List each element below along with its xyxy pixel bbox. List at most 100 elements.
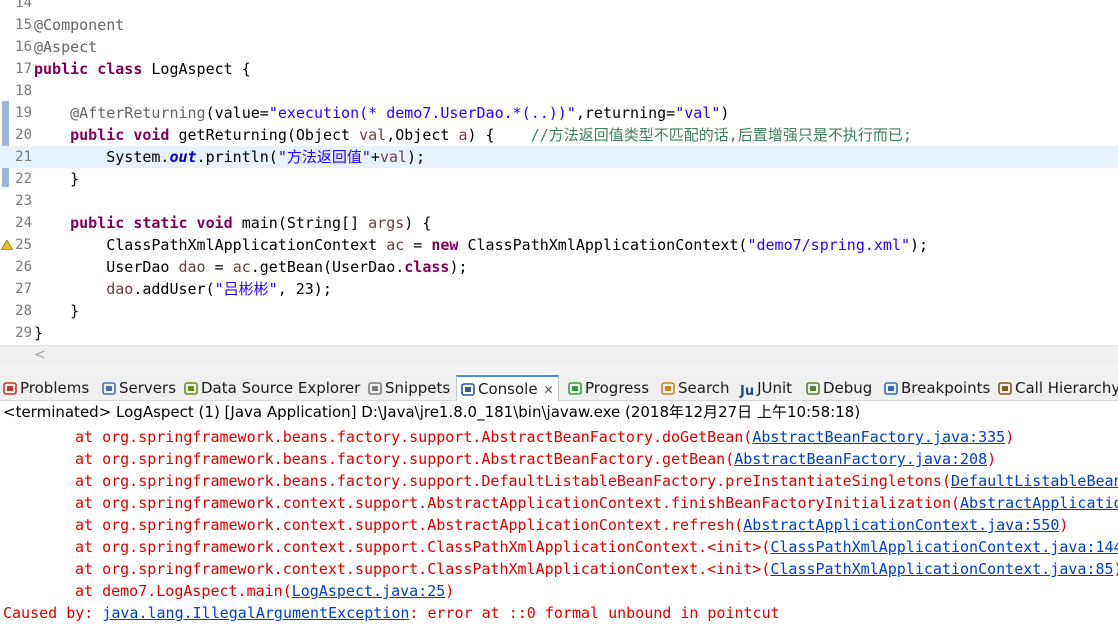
- code-token: ,Object: [386, 126, 459, 144]
- tab-problems[interactable]: Problems: [3, 376, 89, 400]
- close-icon[interactable]: ✕: [544, 383, 554, 397]
- code-token: .getBean(UserDao.: [250, 258, 405, 276]
- stack-trace-link[interactable]: AbstractBeanFactory.java:208: [734, 450, 987, 468]
- code-token: dao: [106, 280, 134, 298]
- code-token: );: [910, 236, 929, 254]
- code-line[interactable]: 17 public class LogAspect {: [0, 58, 1118, 80]
- code-line[interactable]: 19 @AfterReturning(value="execution(* de…: [0, 102, 1118, 124]
- console-text: at org.springframework.context.support.A…: [75, 516, 744, 534]
- tab-search[interactable]: Search: [661, 376, 730, 400]
- code-line[interactable]: 26 UserDao dao = ac.getBean(UserDao.clas…: [0, 256, 1118, 278]
- line-number: 15: [15, 17, 32, 33]
- tab-label: Console: [478, 380, 538, 398]
- stack-trace-link[interactable]: AbstractBeanFactory.java:335: [752, 428, 1005, 446]
- code-line[interactable]: 16 @Aspect: [0, 36, 1118, 58]
- code-editor[interactable]: 14 15 @Component 16 @Aspect 17 public class Lo…: [0, 0, 1118, 345]
- code-line[interactable]: 20 public void getReturning(Object val,O…: [0, 124, 1118, 146]
- code-token: "方法返回值": [277, 148, 371, 166]
- console-text: Caused by:: [3, 604, 103, 622]
- console-line: at org.springframework.context.support.A…: [75, 514, 1068, 536]
- tab-label: Breakpoints: [901, 379, 991, 397]
- stack-trace-link[interactable]: ClassPathXmlApplicationContext.java:85: [770, 560, 1113, 578]
- code-token: LogAspect {: [151, 60, 251, 78]
- code-token: (value=: [205, 104, 269, 122]
- tab-snippets[interactable]: Snippets: [368, 376, 450, 400]
- tab-label: Debug: [823, 379, 873, 397]
- code-token: @Component: [34, 16, 125, 34]
- code-line[interactable]: 15 @Component: [0, 14, 1118, 36]
- tab-call-hierarchy[interactable]: Call Hierarchy: [998, 376, 1118, 400]
- call-hierarchy-icon: [998, 378, 1012, 395]
- code-token: }: [34, 302, 80, 320]
- tab-progress[interactable]: Progress: [568, 376, 649, 400]
- code-text: public static void main(String[] args) {: [34, 212, 431, 234]
- console-line: at org.springframework.context.support.C…: [75, 558, 1118, 580]
- code-line[interactable]: 23: [0, 190, 1118, 212]
- code-token: .println(: [196, 148, 278, 166]
- console-text-tail: ): [987, 450, 997, 468]
- code-text: }: [34, 168, 79, 190]
- code-token: @AfterReturning: [70, 104, 206, 122]
- code-token: "val": [675, 104, 721, 122]
- code-token: System.: [34, 148, 170, 166]
- code-line[interactable]: 25 ClassPathXmlApplicationContext ac = n…: [0, 234, 1118, 256]
- code-line[interactable]: 22 }: [0, 168, 1118, 190]
- code-token: getReturning(Object: [178, 126, 360, 144]
- code-token: args: [368, 214, 405, 232]
- code-token: public void: [70, 126, 179, 144]
- code-text: ClassPathXmlApplicationContext ac = new …: [34, 234, 928, 256]
- code-token: ClassPathXmlApplicationContext: [34, 236, 387, 254]
- code-token: a: [458, 126, 468, 144]
- code-line[interactable]: 18: [0, 80, 1118, 102]
- code-line[interactable]: 24 public static void main(String[] args…: [0, 212, 1118, 234]
- code-line[interactable]: 21 System.out.println("方法返回值"+val);: [0, 146, 1118, 168]
- code-token: =: [404, 236, 432, 254]
- tab-label: Problems: [20, 379, 90, 397]
- progress-icon: [568, 378, 582, 395]
- junit-icon: Ju: [740, 384, 755, 399]
- tab-label: JUnit: [757, 379, 793, 397]
- tab-data-source-explorer[interactable]: Data Source Explorer: [184, 376, 360, 400]
- console-text-tail: : error at ::0 formal unbound in pointcu…: [409, 604, 780, 622]
- stack-trace-link[interactable]: LogAspect.java:25: [292, 582, 446, 600]
- scroll-left-arrow-icon[interactable]: <: [34, 346, 46, 364]
- console-line: at org.springframework.beans.factory.sup…: [75, 426, 1014, 448]
- tab-label: Servers: [119, 379, 177, 397]
- code-line[interactable]: 28 }: [0, 300, 1118, 322]
- line-number: 16: [15, 39, 32, 55]
- code-text: @AfterReturning(value="execution(* demo7…: [34, 102, 729, 124]
- stack-trace-link[interactable]: java.lang.IllegalArgumentException: [102, 604, 409, 622]
- code-text: dao.addUser("吕彬彬", 23);: [34, 278, 332, 300]
- tab-servers[interactable]: Servers: [102, 376, 176, 400]
- tab-label: Search: [678, 379, 730, 397]
- tab-label: Progress: [585, 379, 650, 397]
- tab-debug[interactable]: Debug: [806, 376, 872, 400]
- console-text: at org.springframework.beans.factory.sup…: [75, 428, 753, 446]
- stack-trace-link[interactable]: DefaultListableBean: [951, 472, 1118, 490]
- line-number: 29: [15, 325, 32, 341]
- line-number: 17: [15, 61, 32, 77]
- search-icon: [661, 378, 675, 395]
- console-line: at demo7.LogAspect.main(LogAspect.java:2…: [75, 580, 454, 602]
- code-line[interactable]: 27 dao.addUser("吕彬彬", 23);: [0, 278, 1118, 300]
- code-token: "吕彬彬": [214, 280, 278, 298]
- console-text-tail: ): [445, 582, 455, 600]
- stack-trace-link[interactable]: AbstractApplicationContext.java:550: [743, 516, 1059, 534]
- console-text-tail: ): [1114, 560, 1118, 578]
- code-text: UserDao dao = ac.getBean(UserDao.class);: [34, 256, 467, 278]
- code-line[interactable]: 29}: [0, 322, 1118, 344]
- line-number: 24: [15, 215, 32, 231]
- tab-breakpoints[interactable]: Breakpoints: [884, 376, 990, 400]
- editor-horizontal-scrollbar[interactable]: <: [0, 345, 1118, 366]
- code-line[interactable]: 14: [0, 0, 1118, 14]
- code-text: }: [34, 322, 43, 344]
- tab-console[interactable]: Console ✕: [456, 375, 559, 401]
- stack-trace-link[interactable]: ClassPathXmlApplicationContext.java:144: [770, 538, 1118, 556]
- console-text: at org.springframework.context.support.C…: [75, 538, 771, 556]
- tab-junit[interactable]: Ju JUnit: [740, 376, 792, 400]
- code-token: .addUser(: [133, 280, 215, 298]
- console-output[interactable]: at org.springframework.beans.factory.sup…: [0, 426, 1118, 631]
- stack-trace-link[interactable]: AbstractApplicatio: [960, 494, 1118, 512]
- code-token: );: [407, 148, 426, 166]
